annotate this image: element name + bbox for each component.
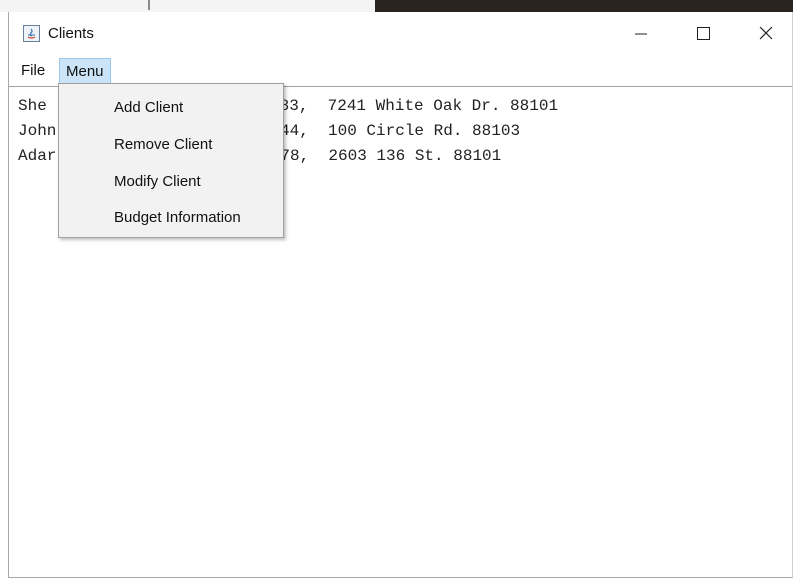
client-line-name: John (18, 122, 57, 140)
menu-item-remove-client[interactable]: Remove Client (114, 136, 212, 153)
menu-item-modify-client[interactable]: Modify Client (114, 173, 201, 190)
menu-file[interactable]: File (15, 58, 51, 84)
clients-window: Clients File Menu She -7483, 7241 White O… (8, 12, 793, 578)
client-line-name: She (18, 97, 47, 115)
java-app-icon[interactable] (23, 25, 40, 42)
desktop-background-right (375, 0, 793, 12)
client-line-details: 344, 100 Circle Rd. 88103 (270, 122, 521, 140)
menu-dropdown: Add Client Remove Client Modify Client B… (58, 83, 284, 238)
desktop-background-mark (148, 0, 150, 10)
minimize-button[interactable] (619, 12, 663, 54)
menu-item-budget-information[interactable]: Budget Information (114, 209, 241, 226)
client-line-details: -7483, 7241 White Oak Dr. 88101 (250, 97, 559, 115)
client-line-details: 78, 2603 136 St. 88101 (280, 147, 502, 165)
maximize-button[interactable] (681, 12, 725, 54)
close-button[interactable] (744, 12, 788, 54)
maximize-icon (697, 27, 710, 40)
menu-item-add-client[interactable]: Add Client (114, 99, 183, 116)
minimize-icon (635, 33, 647, 35)
client-line-name: Adar (18, 147, 57, 165)
desktop-background-left (0, 0, 375, 12)
menu-menu[interactable]: Menu (59, 58, 111, 84)
title-bar[interactable]: Clients (9, 12, 792, 54)
menu-bar: File Menu (9, 58, 792, 84)
close-icon (759, 26, 773, 40)
window-title: Clients (48, 25, 94, 42)
